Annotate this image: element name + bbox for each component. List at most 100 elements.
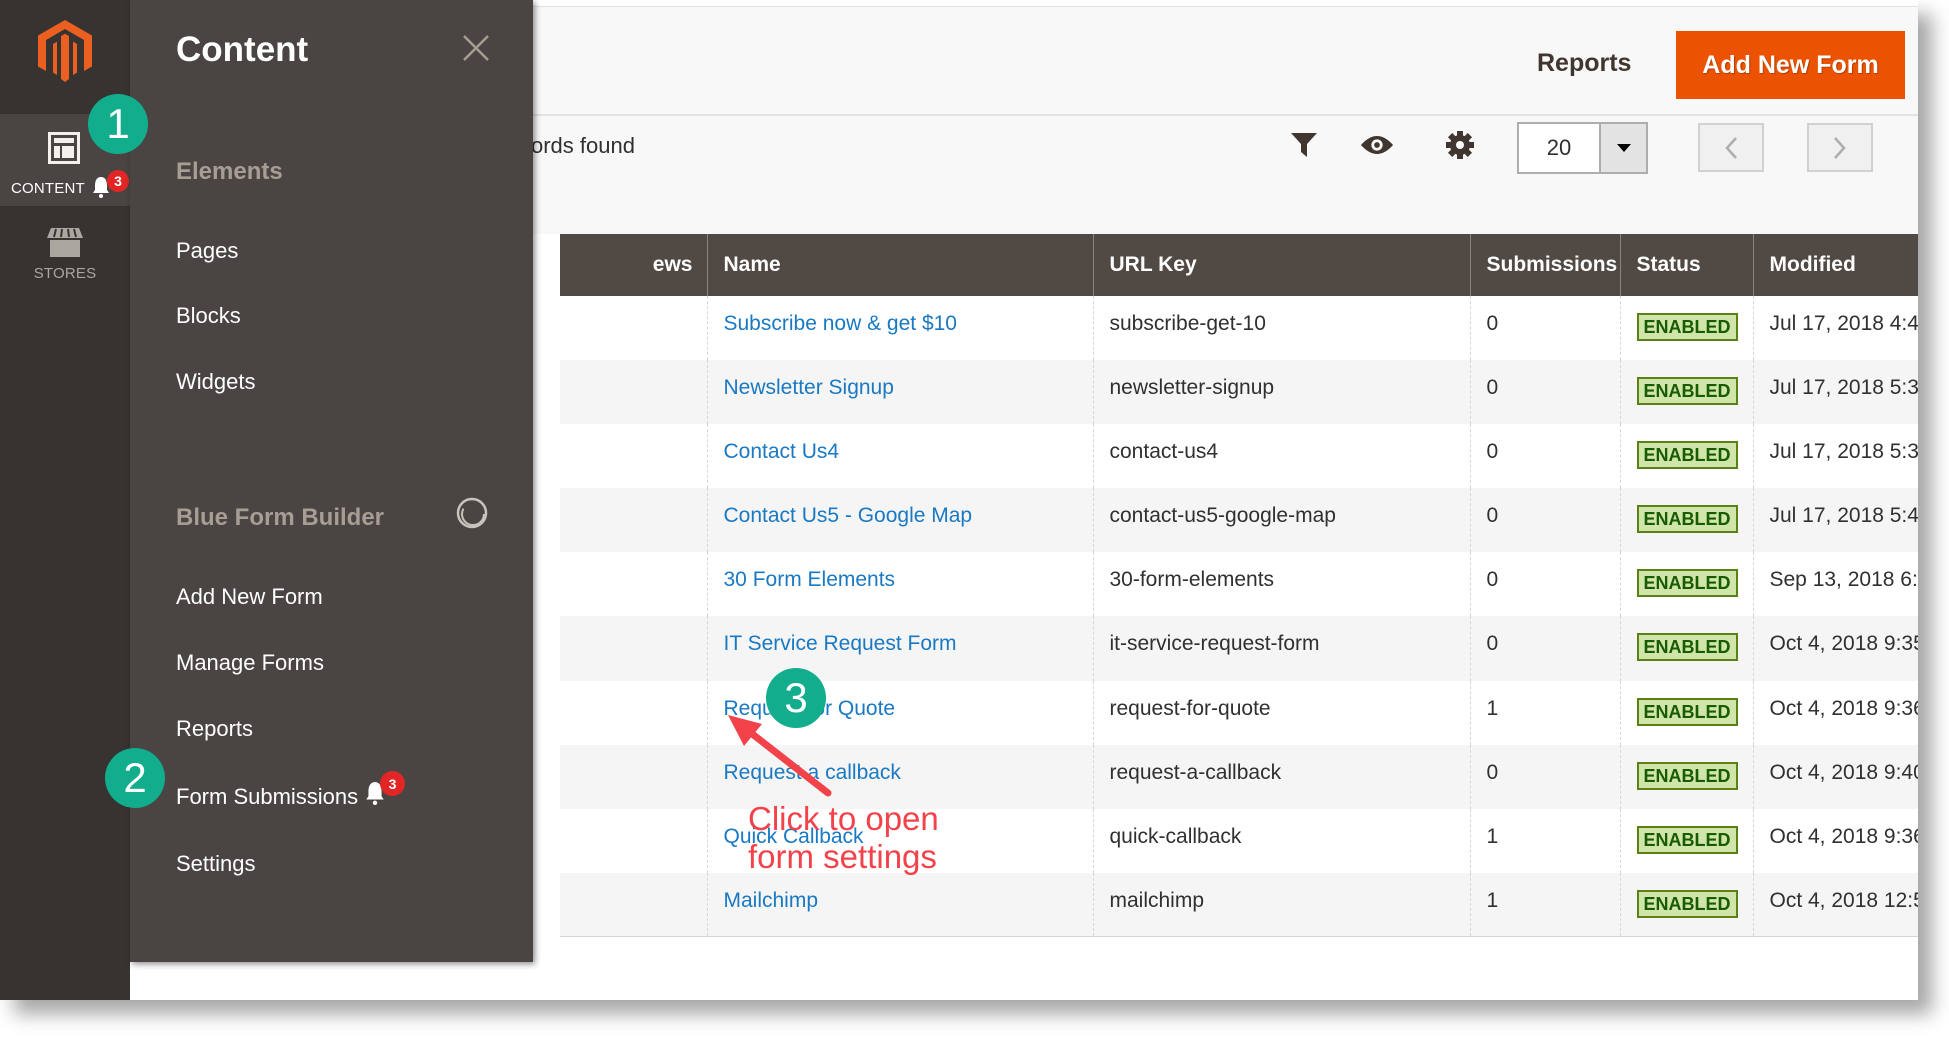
table-row[interactable]: 30 Form Elements 30-form-elements 0 ENABLED… [560, 552, 1918, 617]
submenu-item-settings[interactable]: Settings [176, 851, 256, 877]
submenu-item-manage-forms[interactable]: Manage Forms [176, 650, 324, 676]
layout-icon [48, 132, 80, 164]
table-row[interactable]: Contact Us4 contact-us4 0 ENABLED Jul 17, 20… [560, 424, 1918, 489]
modified-cell: Oct 4, 2018 9:36:14 AM [1752, 680, 1918, 745]
url-key-cell: request-a-callback [1092, 744, 1470, 809]
screenshot-frame: Reports Add New Form cords found 20 ews … [0, 0, 1918, 1000]
notification-badge: 3 [107, 170, 129, 192]
modified-cell: Jul 17, 2018 5:39:55 AM [1752, 424, 1918, 489]
annotation-line-1: Click to open [748, 800, 939, 837]
name-cell: Mailchimp [706, 872, 1093, 938]
form-name-link[interactable]: 30 Form Elements [724, 568, 896, 591]
url-key-cell: quick-callback [1092, 808, 1470, 873]
step-marker-1: 1 [88, 94, 148, 154]
table-row[interactable]: Newsletter Signup newsletter-signup 0 ENABL… [560, 360, 1918, 425]
next-page-button[interactable] [1807, 123, 1873, 172]
form-name-link[interactable]: Newsletter Signup [724, 376, 894, 399]
submenu-item-reports[interactable]: Reports [176, 716, 253, 742]
sidebar-item-label: STORES [33, 265, 97, 282]
per-page-value: 20 [1546, 135, 1572, 160]
views-cell [560, 552, 707, 617]
status-cell: ENABLED [1619, 552, 1753, 617]
url-key-cell: request-for-quote [1092, 680, 1470, 745]
status-badge: ENABLED [1636, 505, 1738, 534]
status-badge: ENABLED [1636, 697, 1738, 726]
column-header-modified[interactable]: Modified [1752, 234, 1918, 296]
status-badge: ENABLED [1636, 825, 1738, 854]
status-badge: ENABLED [1636, 441, 1738, 470]
modified-cell: Oct 4, 2018 9:40:43 AM [1752, 744, 1918, 809]
views-cell [560, 808, 707, 873]
status-cell: ENABLED [1619, 808, 1753, 873]
form-name-link[interactable]: Mailchimp [724, 889, 819, 912]
submissions-cell: 0 [1469, 424, 1620, 489]
submenu-item-pages[interactable]: Pages [176, 238, 238, 264]
url-key-cell: newsletter-signup [1092, 360, 1470, 425]
status-badge: ENABLED [1636, 569, 1738, 598]
table-row[interactable]: Mailchimp mailchimp 1 ENABLED Oct 4, 2018 12… [560, 872, 1918, 938]
name-cell: IT Service Request Form [706, 616, 1093, 681]
views-cell [560, 424, 707, 489]
per-page-dropdown-toggle[interactable] [1599, 124, 1646, 172]
url-key-cell: subscribe-get-10 [1092, 296, 1470, 361]
status-badge: ENABLED [1636, 313, 1738, 341]
status-cell: ENABLED [1619, 872, 1753, 938]
submissions-cell: 0 [1469, 552, 1620, 617]
submenu-item-form-submissions[interactable]: Form Submissions [176, 784, 358, 810]
submenu-section-elements: Elements [176, 158, 283, 185]
views-cell [560, 488, 707, 553]
chevron-right-icon [1834, 136, 1846, 159]
submenu-item-blocks[interactable]: Blocks [176, 303, 241, 329]
submissions-cell: 1 [1469, 872, 1620, 938]
add-new-form-button[interactable]: Add New Form [1676, 31, 1905, 99]
views-cell [560, 360, 707, 425]
column-header-submissions[interactable]: Submissions [1469, 234, 1620, 296]
name-cell: 30 Form Elements [706, 552, 1093, 617]
table-row[interactable]: IT Service Request Form it-service-reques… [560, 616, 1918, 681]
chevron-left-icon [1725, 136, 1737, 159]
modified-cell: Oct 4, 2018 9:36:48 AM [1752, 808, 1918, 873]
submissions-cell: 0 [1469, 488, 1620, 553]
submenu-item-widgets[interactable]: Widgets [176, 369, 255, 395]
step-marker-2: 2 [105, 748, 165, 808]
gear-icon[interactable] [1443, 130, 1477, 160]
close-icon[interactable] [462, 34, 490, 62]
per-page-select[interactable]: 20 [1517, 122, 1648, 174]
filter-icon[interactable] [1287, 130, 1321, 160]
submissions-cell: 0 [1469, 616, 1620, 681]
sidebar-item-stores[interactable]: STORES [0, 218, 130, 290]
form-name-link[interactable]: Contact Us5 - Google Map [724, 504, 973, 527]
magento-logo[interactable] [38, 20, 92, 87]
column-header-views[interactable]: ews [560, 234, 707, 296]
status-badge: ENABLED [1636, 761, 1738, 790]
column-header-url-key[interactable]: URL Key [1092, 234, 1470, 296]
status-cell: ENABLED [1619, 296, 1753, 361]
name-cell: Newsletter Signup [706, 360, 1093, 425]
submenu-item-add-new-form[interactable]: Add New Form [176, 584, 323, 610]
sidebar-item-label: CONTENT [11, 180, 85, 197]
name-cell: Contact Us4 [706, 424, 1093, 489]
eye-icon[interactable] [1360, 130, 1394, 160]
column-header-status[interactable]: Status [1619, 234, 1753, 296]
previous-page-button[interactable] [1698, 123, 1764, 172]
status-badge: ENABLED [1636, 889, 1738, 918]
form-name-link[interactable]: Contact Us4 [724, 440, 840, 463]
records-found-text: cords found [520, 133, 635, 158]
url-key-cell: 30-form-elements [1092, 552, 1470, 617]
reports-link[interactable]: Reports [1537, 49, 1631, 78]
status-cell: ENABLED [1619, 680, 1753, 745]
loading-spinner-icon [455, 496, 489, 530]
views-cell [560, 296, 707, 361]
modified-cell: Jul 17, 2018 5:40:00 AM [1752, 488, 1918, 553]
annotation-arrow-icon [728, 715, 832, 797]
annotation-callout: Click to open form settings [748, 800, 939, 876]
submissions-cell: 0 [1469, 360, 1620, 425]
form-name-link[interactable]: Subscribe now & get $10 [724, 312, 957, 335]
form-name-link[interactable]: IT Service Request Form [724, 632, 957, 655]
modified-cell: Sep 13, 2018 6:12:22 AM [1752, 552, 1918, 617]
submenu-section-blue-form-builder: Blue Form Builder [176, 504, 385, 531]
status-cell: ENABLED [1619, 616, 1753, 681]
column-header-name[interactable]: Name [706, 234, 1093, 296]
table-row[interactable]: Subscribe now & get $10 subscribe-get-10 0… [560, 296, 1918, 361]
table-row[interactable]: Contact Us5 - Google Map contact-us5-goog… [560, 488, 1918, 553]
